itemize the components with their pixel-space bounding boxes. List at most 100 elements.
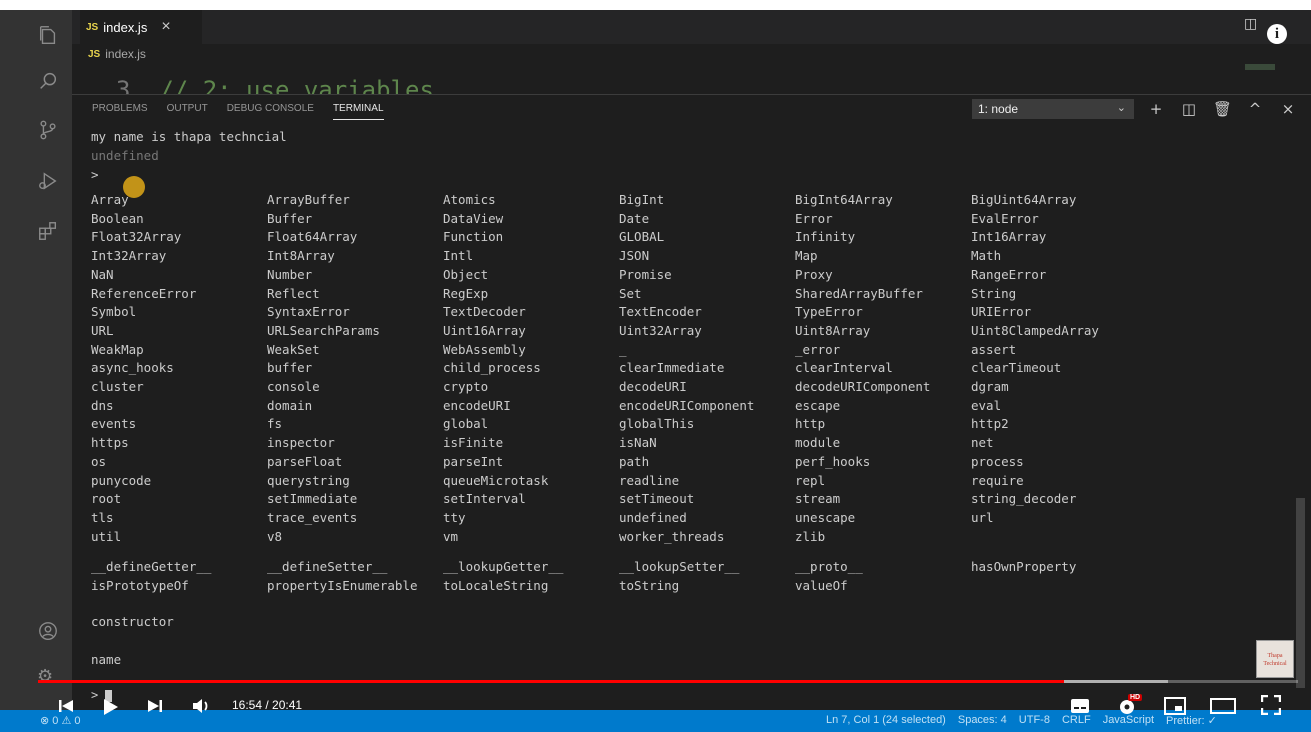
progress-played[interactable] [38, 680, 1064, 683]
completion-item: SharedArrayBuffer [795, 285, 923, 301]
panel-tab-problems[interactable]: PROBLEMS [92, 103, 148, 120]
line-number: 3 [116, 76, 131, 94]
split-terminal-icon[interactable]: ◫ [1180, 100, 1198, 118]
completion-item: isFinite [443, 435, 504, 451]
completion-item: Uint8Array [795, 322, 871, 338]
completion-item: toString [619, 577, 680, 593]
completion-item: Float64Array [267, 229, 358, 245]
completion-item: Array [91, 192, 129, 207]
terminal-name-line: name [91, 652, 122, 667]
completion-item: Math [971, 248, 1002, 264]
completion-item: valueOf [795, 577, 848, 593]
completion-item: GLOBAL [619, 229, 665, 245]
maximize-panel-icon[interactable]: ^ [1246, 100, 1264, 118]
completion-item: Map [795, 248, 818, 264]
extensions-icon[interactable] [37, 220, 59, 242]
status-item[interactable]: UTF-8 [1019, 714, 1050, 727]
completion-item: Number [267, 266, 313, 282]
completion-item: zlib [795, 528, 826, 544]
status-items: Ln 7, Col 1 (24 selected) Spaces: 4 UTF-8 C… [826, 714, 1217, 727]
terminal-prompt: > [91, 167, 99, 182]
tab-label: index.js [103, 19, 148, 35]
status-item[interactable]: Ln 7, Col 1 (24 selected) [826, 714, 946, 727]
completion-item: unescape [795, 509, 856, 525]
completion-item: querystring [267, 472, 350, 488]
completion-item: http2 [971, 416, 1009, 432]
account-icon[interactable] [37, 620, 59, 642]
channel-logo: Thapa Technical [1256, 640, 1294, 678]
completion-item: events [91, 416, 137, 432]
panel-tabs: PROBLEMS OUTPUT DEBUG CONSOLE TERMINAL [92, 103, 384, 120]
theater-mode-icon[interactable] [1209, 696, 1237, 716]
subtitles-icon[interactable] [1068, 696, 1092, 716]
terminal-scrollbar[interactable] [1296, 498, 1305, 688]
completion-item: toLocaleString [443, 577, 549, 593]
next-icon[interactable] [145, 696, 165, 716]
tab-bar: JS index.js × [72, 10, 1311, 44]
completion-item: setInterval [443, 491, 526, 507]
settings-icon[interactable]: HD [1114, 694, 1143, 718]
completion-item: parseFloat [267, 453, 343, 469]
tab-close-icon[interactable]: × [161, 18, 170, 36]
completion-item: vm [443, 528, 459, 544]
completion-item: Uint8ClampedArray [971, 322, 1099, 338]
completion-item: process [971, 453, 1024, 469]
completion-item: path [619, 453, 650, 469]
completion-item: BigUint64Array [971, 192, 1077, 207]
completion-item: __proto__ [795, 559, 863, 574]
previous-icon[interactable] [56, 696, 76, 716]
miniplayer-icon[interactable] [1162, 696, 1188, 716]
completion-item: inspector [267, 435, 335, 451]
completion-item: v8 [267, 528, 283, 544]
completion-item: ArrayBuffer [267, 192, 350, 207]
panel-tab-debug-console[interactable]: DEBUG CONSOLE [227, 103, 314, 120]
manage-gear-icon[interactable]: ⚙ [37, 666, 53, 687]
info-icon[interactable]: i [1267, 24, 1287, 44]
explorer-icon[interactable] [37, 24, 59, 46]
tab-index-js[interactable]: JS index.js × [80, 10, 202, 44]
new-terminal-icon[interactable]: + [1147, 100, 1165, 118]
completion-item: Atomics [443, 192, 496, 207]
completion-item: globalThis [619, 416, 695, 432]
terminal-select-value: 1: node [978, 102, 1019, 116]
volume-icon[interactable] [190, 696, 214, 716]
completion-item: Int16Array [971, 229, 1047, 245]
split-editor-icon[interactable]: ◫ [1244, 16, 1257, 32]
completion-item: isPrototypeOf [91, 577, 189, 593]
activity-bar: ⚙ [0, 10, 72, 732]
breadcrumb-file[interactable]: index.js [105, 47, 146, 61]
completion-item: global [443, 416, 489, 432]
completion-item: console [267, 379, 320, 394]
panel-tab-terminal[interactable]: TERMINAL [332, 103, 384, 120]
completion-item: DataView [443, 210, 504, 226]
close-panel-icon[interactable]: × [1279, 100, 1297, 118]
terminal-output-line: my name is thapa techncial [91, 129, 287, 144]
completion-item: require [971, 472, 1024, 488]
completion-item: decodeURI [619, 379, 687, 394]
completion-item: domain [267, 397, 313, 413]
completion-item: punycode [91, 472, 152, 488]
trash-icon[interactable]: 🗑 [1213, 100, 1232, 118]
terminal[interactable]: my name is thapa techncial undefined > A… [91, 126, 1291, 706]
completion-item: Float32Array [91, 229, 182, 245]
run-debug-icon[interactable] [37, 170, 59, 192]
completion-item: Boolean [91, 210, 144, 226]
fullscreen-icon[interactable] [1259, 694, 1283, 716]
terminal-select[interactable]: 1: node ⌄ [972, 99, 1134, 119]
play-icon[interactable] [100, 696, 122, 718]
completion-item: crypto [443, 379, 489, 394]
completion-item: JSON [619, 248, 650, 264]
completion-item: BigInt [619, 192, 665, 207]
status-item[interactable]: Spaces: 4 [958, 714, 1007, 727]
completion-item: propertyIsEnumerable [267, 577, 418, 593]
completion-item: buffer [267, 360, 313, 376]
editor-peek: 3 // 2: use variables [72, 64, 1232, 94]
source-control-icon[interactable] [37, 119, 59, 141]
completion-item: encodeURI [443, 397, 511, 413]
search-icon[interactable] [37, 70, 59, 92]
completion-item: EvalError [971, 210, 1039, 226]
terminal-constructor-line: constructor [91, 614, 174, 629]
panel-actions: + ◫ 🗑 ^ × [1147, 100, 1297, 118]
completion-item: repl [795, 472, 826, 488]
panel-tab-output[interactable]: OUTPUT [167, 103, 208, 120]
